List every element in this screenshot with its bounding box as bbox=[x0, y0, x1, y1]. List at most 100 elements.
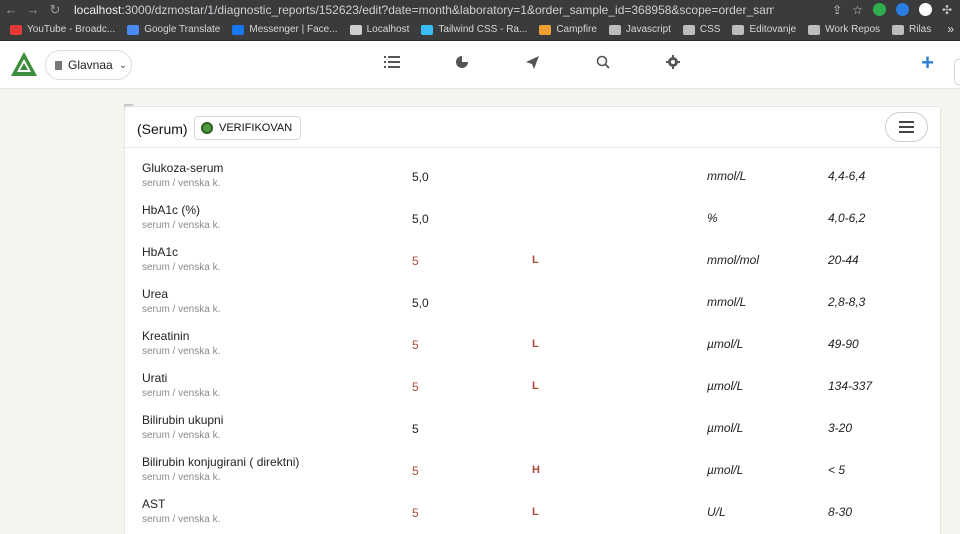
bookmark-item[interactable]: YouTube - Broadc... bbox=[10, 24, 115, 35]
result-value: 5 bbox=[412, 380, 419, 394]
bookmark-label: Campfire bbox=[556, 24, 597, 35]
hamburger-icon bbox=[899, 121, 914, 123]
result-value: 5,0 bbox=[412, 170, 429, 184]
result-row[interactable]: AST serum / venska k. 5 L U/L 8-30 bbox=[125, 485, 940, 527]
card-header: (Serum) VERIFIKOVAN bbox=[125, 107, 940, 148]
back-arrow-icon[interactable]: ← bbox=[0, 2, 22, 17]
result-row[interactable]: Bilirubin ukupni serum / venska k. 5 µmol/L… bbox=[125, 401, 940, 443]
side-panel-toggle[interactable] bbox=[954, 59, 960, 85]
chart-pie-icon[interactable] bbox=[455, 55, 469, 73]
bookmark-item[interactable]: Javascript bbox=[608, 24, 671, 35]
status-label: VERIFIKOVAN bbox=[219, 122, 293, 134]
reference-range: 2,8-8,3 bbox=[828, 295, 866, 309]
result-value: 5,0 bbox=[412, 212, 429, 226]
result-flag: L bbox=[532, 338, 539, 350]
test-name: HbA1c bbox=[142, 245, 179, 259]
result-unit: µmol/L bbox=[707, 463, 744, 477]
folder-icon bbox=[608, 24, 621, 35]
bookmark-favicon-icon bbox=[421, 24, 434, 35]
sample-type: serum / venska k. bbox=[142, 178, 221, 189]
bookmark-label: Localhost bbox=[366, 24, 410, 35]
result-unit: mmol/L bbox=[707, 169, 747, 183]
folder-icon bbox=[892, 24, 905, 35]
reference-range: < 5 bbox=[828, 463, 846, 477]
folder-icon bbox=[732, 24, 745, 35]
reload-icon[interactable]: ↻ bbox=[44, 2, 66, 18]
folder-icon bbox=[808, 24, 821, 35]
sample-type: serum / venska k. bbox=[142, 220, 221, 231]
bookmark-item[interactable]: Messenger | Face... bbox=[232, 24, 338, 35]
result-row[interactable]: Urati serum / venska k. 5 Lµmol/L 134-337 bbox=[125, 359, 940, 401]
bookmark-label: Editovanje bbox=[749, 24, 797, 35]
list-icon[interactable] bbox=[384, 55, 400, 73]
bookmark-label: CSS bbox=[699, 24, 721, 35]
bookmark-item[interactable]: Editovanje bbox=[732, 24, 796, 35]
test-name: Urea bbox=[142, 287, 169, 301]
reference-range: 134-337 bbox=[828, 379, 873, 393]
result-row[interactable]: Kreatinin serum / venska k. 5 Lµmol/L 49-90 bbox=[125, 317, 940, 359]
bookmarks-bar: YouTube - Broadc... Google Translate Messe… bbox=[0, 19, 960, 41]
bookmark-label: Google Translate bbox=[144, 24, 221, 35]
bookmark-label: Tailwind CSS - Ra... bbox=[438, 24, 528, 35]
test-name: Urati bbox=[142, 371, 168, 385]
verified-dot-icon bbox=[201, 122, 213, 134]
app-header: Glavnaa ⌄ + bbox=[0, 41, 960, 89]
add-button[interactable]: + bbox=[921, 51, 934, 75]
test-name: Bilirubin konjugirani ( direktni) bbox=[142, 455, 300, 469]
result-unit: mmol/L bbox=[707, 295, 747, 309]
result-value: 5 bbox=[412, 422, 419, 436]
status-badge: VERIFIKOVAN bbox=[194, 116, 302, 140]
result-row[interactable]: HbA1c serum / venska k. 5 Lmmol/mol 20-44 bbox=[125, 233, 940, 275]
test-name: AST bbox=[142, 497, 166, 511]
result-unit: U/L bbox=[707, 505, 726, 519]
result-flag: L bbox=[532, 380, 539, 392]
puzzle-icon[interactable]: ✣ bbox=[942, 3, 952, 17]
reference-range: 8-30 bbox=[828, 505, 853, 519]
bookmark-item[interactable]: Google Translate bbox=[127, 24, 220, 35]
result-unit: µmol/L bbox=[707, 421, 744, 435]
result-row[interactable]: Urea serum / venska k. 5,0 mmol/L 2,8-8,3 bbox=[125, 275, 940, 317]
address-bar[interactable]: localhost:3000/dzmostar/1/diagnostic_rep… bbox=[74, 3, 774, 17]
result-row[interactable]: Glukoza-serum serum / venska k. 5,0 mmol/L 4… bbox=[125, 149, 940, 191]
bookmark-item[interactable]: Tailwind CSS - Ra... bbox=[421, 24, 527, 35]
card-menu-button[interactable] bbox=[885, 112, 928, 142]
bookmark-item[interactable]: CSS bbox=[682, 24, 721, 35]
folder-icon bbox=[682, 24, 695, 35]
bookmark-item[interactable]: Localhost bbox=[349, 24, 410, 35]
extension-blue-icon[interactable] bbox=[895, 3, 909, 16]
result-row[interactable]: HbA1c (%) serum / venska k. 5,0% 4,0-6,2 bbox=[125, 191, 940, 233]
search-icon[interactable] bbox=[596, 55, 610, 73]
bookmark-favicon-icon bbox=[349, 24, 362, 35]
serum-results-card: (Serum) VERIFIKOVAN Glukoza-serum serum /… bbox=[124, 106, 941, 534]
result-row[interactable]: Bilirubin konjugirani ( direktni) serum /… bbox=[125, 443, 940, 485]
result-value: 5 bbox=[412, 338, 419, 352]
bookmark-favicon-icon bbox=[539, 24, 552, 35]
result-flag: L bbox=[532, 254, 539, 266]
paper-plane-icon[interactable] bbox=[525, 55, 540, 74]
bookmark-item[interactable]: Work Repos bbox=[808, 24, 880, 35]
reference-range: 4,4-6,4 bbox=[828, 169, 866, 183]
result-value: 5 bbox=[412, 254, 419, 268]
reference-range: 3-20 bbox=[828, 421, 853, 435]
url-host: localhost bbox=[74, 2, 122, 17]
bookmark-label: Messenger | Face... bbox=[249, 24, 338, 35]
test-name: Glukoza-serum bbox=[142, 161, 224, 175]
bookmark-item[interactable]: Rilas bbox=[892, 24, 931, 35]
bookmark-label: Work Repos bbox=[825, 24, 881, 35]
gear-icon[interactable] bbox=[666, 55, 680, 73]
share-icon[interactable]: ⇪ bbox=[832, 3, 842, 17]
extension-green-icon[interactable] bbox=[872, 3, 886, 16]
star-icon[interactable]: ☆ bbox=[852, 3, 863, 17]
bookmark-label: YouTube - Broadc... bbox=[27, 24, 116, 35]
sample-type: serum / venska k. bbox=[142, 262, 221, 273]
bookmarks-overflow-button[interactable]: » bbox=[947, 22, 954, 36]
result-unit: mmol/mol bbox=[707, 253, 760, 267]
sample-type: serum / venska k. bbox=[142, 304, 221, 315]
extension-function-icon[interactable] bbox=[918, 3, 932, 16]
reference-range: 20-44 bbox=[828, 253, 859, 267]
bookmark-favicon-icon bbox=[10, 24, 22, 35]
browser-toolbar: ← → ↻ localhost:3000/dzmostar/1/diagnost… bbox=[0, 0, 960, 19]
forward-arrow-icon[interactable]: → bbox=[22, 2, 44, 17]
result-value: 5,0 bbox=[412, 296, 429, 310]
bookmark-item[interactable]: Campfire bbox=[539, 24, 597, 35]
